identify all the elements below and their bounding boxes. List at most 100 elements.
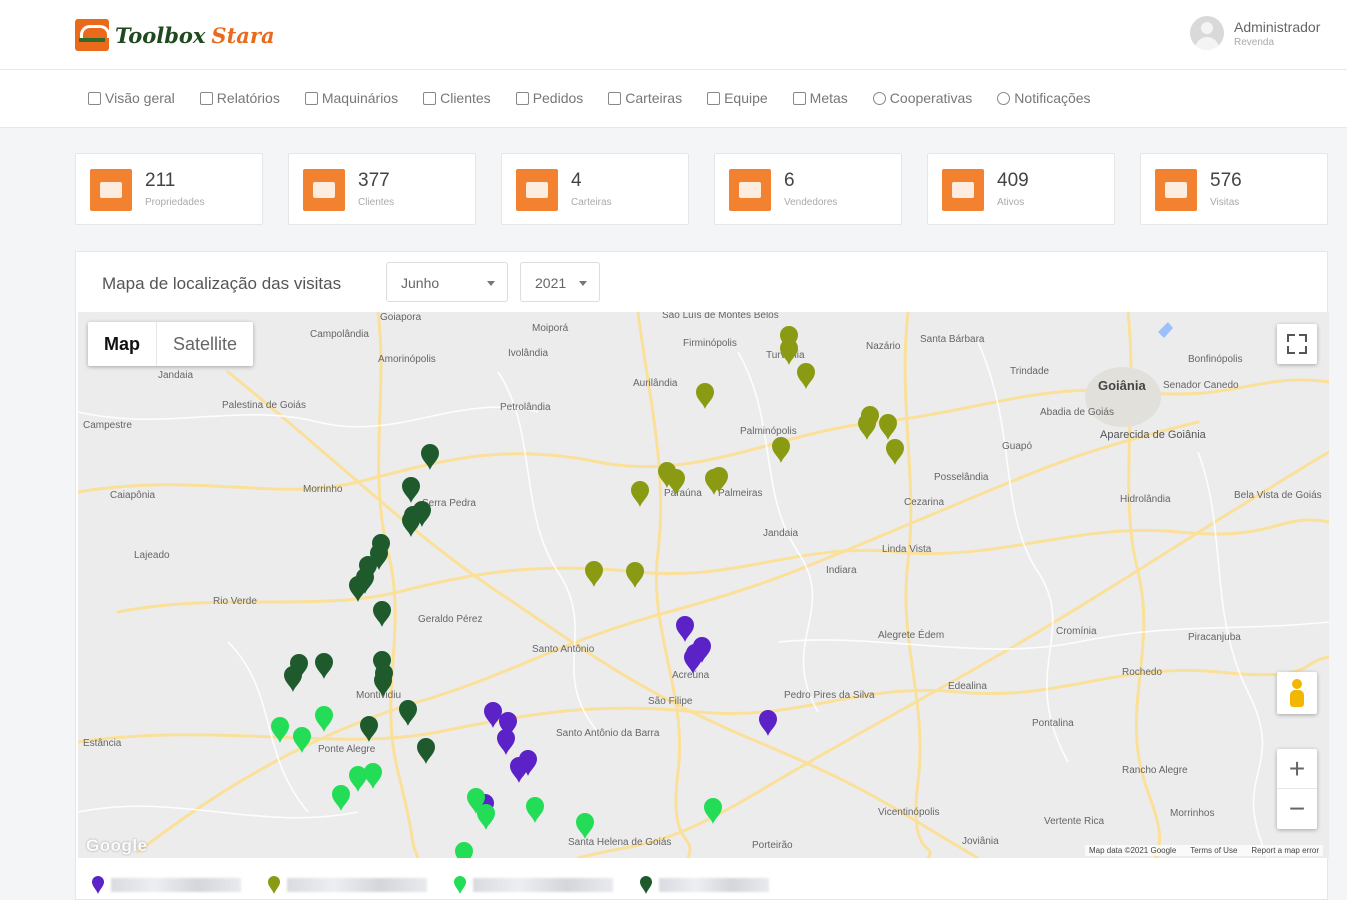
map-pin-icon[interactable]: [477, 804, 495, 830]
map-pin-icon[interactable]: [676, 616, 694, 642]
street-view-pegman-icon[interactable]: [1277, 672, 1317, 714]
place-label: Trindade: [1010, 366, 1050, 377]
fullscreen-button[interactable]: [1277, 324, 1317, 364]
nav-item-label: Clientes: [440, 90, 491, 106]
map-panel-title: Mapa de localização das visitas: [102, 274, 342, 293]
user-menu[interactable]: Administrador Revenda: [1190, 16, 1320, 50]
nav-items: grid-icon Visão geral copy-iconRelatórios t…: [88, 90, 1091, 106]
nav-item[interactable]: grid-iconPedidos: [515, 90, 583, 106]
place-label: Amorinópolis: [378, 354, 436, 365]
nav-item[interactable]: truck-iconMaquinários: [304, 90, 399, 106]
nav-item[interactable]: grid-icon Visão geral: [88, 90, 175, 106]
map-pin-icon[interactable]: [497, 729, 515, 755]
map-pin-icon[interactable]: [886, 439, 904, 465]
map-pin-icon[interactable]: [402, 477, 420, 503]
stat-label: Visitas: [1210, 197, 1240, 208]
place-label: Senador Canedo: [1163, 380, 1239, 391]
nav-item-label: Carteiras: [625, 90, 683, 106]
map-pin-icon[interactable]: [293, 727, 311, 753]
stat-card[interactable]: 576 Visitas: [1140, 153, 1328, 225]
month-select-value: Junho: [401, 275, 440, 291]
terms-link[interactable]: Terms of Use: [1190, 846, 1237, 855]
map-pin-icon[interactable]: [797, 363, 815, 389]
zoom-in-button[interactable]: +: [1277, 749, 1317, 789]
stat-card[interactable]: 4 Carteiras: [501, 153, 689, 225]
fullscreen-icon: [1299, 334, 1307, 342]
map-pin-icon[interactable]: [332, 785, 350, 811]
map-panel: Mapa de localização das visitas Junho 20…: [75, 251, 1329, 900]
stat-card[interactable]: 6 Vendedores: [714, 153, 902, 225]
nav-item[interactable]: check-square-iconMetas: [792, 90, 848, 106]
logo-suffix: Stara: [211, 22, 275, 48]
map-data-text: Map data ©2021 Google: [1088, 846, 1177, 855]
nav-item[interactable]: folder-iconCarteiras: [608, 90, 682, 106]
nav-icon: folder-icon: [608, 91, 622, 105]
map-pin-icon[interactable]: [759, 710, 777, 736]
place-label: Pedro Pires da Silva: [784, 690, 875, 701]
map-pin-icon[interactable]: [631, 481, 649, 507]
visits-map[interactable]: Goiânia Senador Canedo Aparecida de Goiâ…: [78, 312, 1329, 858]
map-pin-icon[interactable]: [271, 717, 289, 743]
stat-card[interactable]: 377 Clientes: [288, 153, 476, 225]
map-pin-icon[interactable]: [510, 757, 528, 783]
map-pin-icon[interactable]: [526, 797, 544, 823]
place-label: Ivolândia: [508, 348, 548, 359]
year-select[interactable]: 2021: [520, 262, 600, 302]
legend-item: [91, 875, 241, 895]
map-pin-icon[interactable]: [858, 414, 876, 440]
place-label: Nazário: [866, 341, 901, 352]
stat-card[interactable]: 409 Ativos: [927, 153, 1115, 225]
map-pin-icon[interactable]: [772, 437, 790, 463]
map-pin-icon[interactable]: [315, 653, 333, 679]
map-pin-icon[interactable]: [879, 414, 897, 440]
stat-label: Clientes: [358, 197, 395, 208]
legend-item: [639, 875, 769, 895]
map-pin-icon[interactable]: [399, 700, 417, 726]
chevron-down-icon: [487, 281, 495, 286]
app-logo[interactable]: Toolbox Stara: [75, 19, 275, 51]
nav-item-label: Equipe: [724, 90, 768, 106]
nav-item[interactable]: globe-iconCooperativas: [872, 90, 972, 106]
place-label: Petrolândia: [500, 402, 551, 413]
nav-item[interactable]: copy-iconRelatórios: [199, 90, 280, 106]
fullscreen-icon: [1299, 346, 1307, 354]
year-select-value: 2021: [535, 275, 567, 291]
fullscreen-icon: [1287, 346, 1295, 354]
place-label: Vertente Rica: [1044, 816, 1104, 827]
stat-icon: [942, 169, 984, 211]
map-canvas[interactable]: Goiânia Senador Canedo Aparecida de Goiâ…: [78, 312, 1329, 858]
map-pin-icon[interactable]: [626, 562, 644, 588]
place-label: Indiara: [826, 565, 857, 576]
legend-item: [453, 875, 613, 895]
place-label: Campolândia: [310, 329, 369, 340]
map-pin-icon[interactable]: [417, 738, 435, 764]
map-pin-icon[interactable]: [284, 666, 302, 692]
stat-icon: [1155, 169, 1197, 211]
zoom-out-button[interactable]: −: [1277, 789, 1317, 829]
map-pin-icon[interactable]: [364, 763, 382, 789]
place-label: Santo Antônio: [532, 644, 595, 655]
map-pin-icon[interactable]: [315, 706, 333, 732]
stat-card[interactable]: 211 Propriedades: [75, 153, 263, 225]
nav-item[interactable]: bell-iconNotificações: [997, 90, 1091, 106]
month-select[interactable]: Junho: [386, 262, 508, 302]
nav-item[interactable]: users-iconClientes: [423, 90, 491, 106]
nav-item-label: Maquinários: [321, 90, 399, 106]
nav-item-label: Visão geral: [105, 90, 175, 106]
nav-icon: bell-icon: [997, 91, 1011, 105]
nav-item[interactable]: user-add-iconEquipe: [707, 90, 768, 106]
map-pin-icon[interactable]: [585, 561, 603, 587]
map-type-map-button[interactable]: Map: [88, 322, 157, 366]
place-label: Joviânia: [962, 836, 999, 847]
map-pin-icon[interactable]: [373, 601, 391, 627]
map-pin-icon[interactable]: [780, 339, 798, 365]
nav-icon: users-icon: [423, 91, 437, 105]
map-pin-icon[interactable]: [455, 842, 473, 858]
map-pin-icon[interactable]: [696, 383, 714, 409]
place-label: Hidrolândia: [1120, 494, 1171, 505]
place-label: Abadia de Goiás: [1040, 407, 1114, 418]
map-type-control: Map Satellite: [88, 322, 254, 366]
map-type-satellite-button[interactable]: Satellite: [157, 322, 253, 366]
report-map-error-link[interactable]: Report a map error: [1251, 846, 1319, 855]
map-pin-icon[interactable]: [576, 813, 594, 839]
